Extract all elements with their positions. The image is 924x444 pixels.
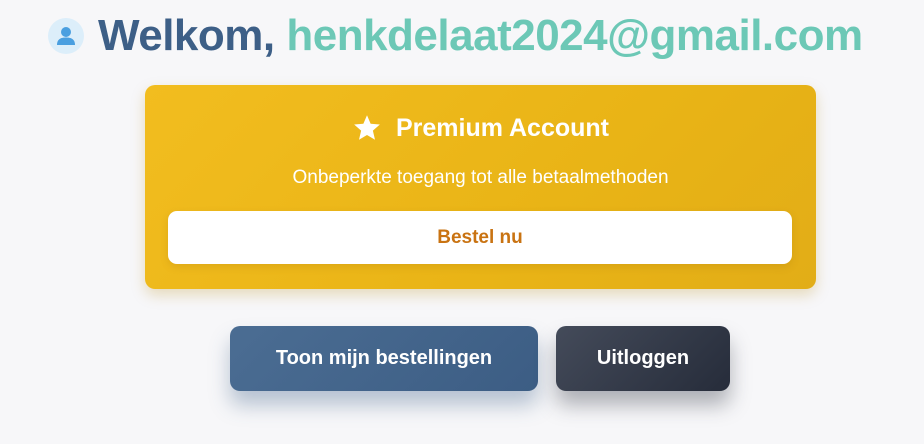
- show-orders-button[interactable]: Toon mijn bestellingen: [230, 326, 538, 391]
- welcome-header: Welkom, henkdelaat2024@gmail.com: [48, 8, 863, 64]
- star-icon: [354, 115, 380, 140]
- premium-account-card: Premium Account Onbeperkte toegang tot a…: [145, 85, 816, 289]
- user-icon-svg: [57, 27, 75, 45]
- welcome-prefix: Welkom,: [98, 11, 275, 60]
- premium-subtitle: Onbeperkte toegang tot alle betaalmethod…: [292, 167, 669, 188]
- user-email: henkdelaat2024@gmail.com: [286, 11, 863, 60]
- welcome-text: Welkom, henkdelaat2024@gmail.com: [98, 11, 863, 61]
- order-now-button[interactable]: Bestel nu: [168, 211, 792, 264]
- logout-button[interactable]: Uitloggen: [556, 326, 730, 391]
- user-icon: [48, 18, 84, 54]
- page: Welkom, henkdelaat2024@gmail.com Premium…: [0, 0, 924, 444]
- premium-title: Premium Account: [395, 113, 609, 142]
- premium-title-row: Premium Account: [145, 113, 816, 143]
